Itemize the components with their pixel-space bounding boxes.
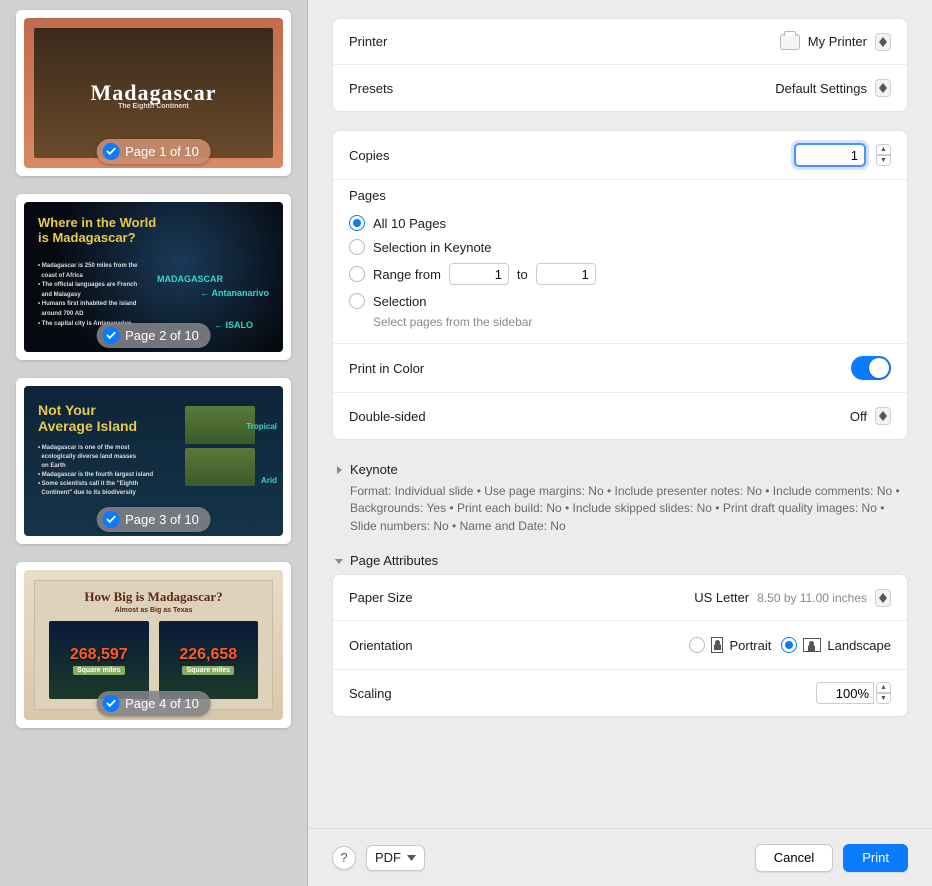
keynote-summary: Format: Individual slide • Use page marg…: [332, 483, 908, 549]
printer-select[interactable]: My Printer: [780, 33, 891, 51]
checkmark-icon: [102, 695, 119, 712]
updown-icon: [875, 589, 891, 607]
presets-row: Presets Default Settings: [333, 65, 907, 111]
pdf-menu-button[interactable]: PDF: [366, 845, 425, 871]
print-color-toggle[interactable]: [851, 356, 891, 380]
page-thumbnail[interactable]: Madagascar The Eighth Continent Page 1 o…: [16, 10, 291, 176]
presets-label: Presets: [349, 81, 393, 96]
radio-icon: [349, 293, 365, 309]
paper-size-row: Paper Size US Letter 8.50 by 11.00 inche…: [333, 575, 907, 621]
pages-selection-app-radio[interactable]: Selection in Keynote: [349, 235, 891, 259]
copies-input[interactable]: [794, 143, 866, 167]
page-attributes-disclosure[interactable]: Page Attributes: [332, 549, 908, 574]
radio-icon: [349, 239, 365, 255]
double-sided-row: Double-sided Off: [333, 393, 907, 439]
page-attributes-panel: Paper Size US Letter 8.50 by 11.00 inche…: [332, 574, 908, 717]
print-color-row: Print in Color: [333, 344, 907, 393]
presets-select[interactable]: Default Settings: [775, 79, 891, 97]
selection-hint: Select pages from the sidebar: [373, 315, 891, 329]
pages-selection-radio[interactable]: Selection: [349, 289, 891, 313]
orientation-label: Orientation: [349, 638, 413, 653]
chevron-down-icon: [407, 855, 416, 861]
printer-label: Printer: [349, 34, 387, 49]
double-sided-label: Double-sided: [349, 409, 426, 424]
checkmark-icon: [102, 327, 119, 344]
printer-presets-panel: Printer My Printer Presets Default Setti…: [332, 18, 908, 112]
pages-range-radio[interactable]: Range from to: [349, 259, 891, 289]
double-sided-select[interactable]: Off: [850, 407, 891, 425]
printer-icon: [780, 34, 800, 50]
stepper-down[interactable]: ▼: [876, 693, 891, 704]
scaling-row: Scaling ▲ ▼: [333, 670, 907, 716]
page-badge[interactable]: Page 1 of 10: [96, 139, 211, 164]
dialog-footer: ? PDF Cancel Print: [308, 828, 932, 886]
orientation-landscape-radio[interactable]: Landscape: [781, 633, 891, 657]
page-label: Page 1 of 10: [125, 144, 199, 159]
print-options-panel: Copies ▲ ▼ Pages All 10 Pages Sel: [332, 130, 908, 440]
range-from-input[interactable]: [449, 263, 509, 285]
cancel-button[interactable]: Cancel: [755, 844, 833, 872]
scaling-stepper[interactable]: ▲ ▼: [876, 682, 891, 704]
print-color-label: Print in Color: [349, 361, 424, 376]
range-to-input[interactable]: [536, 263, 596, 285]
pages-all-radio[interactable]: All 10 Pages: [349, 211, 891, 235]
portrait-icon: [711, 637, 723, 653]
page-label: Page 2 of 10: [125, 328, 199, 343]
checkmark-icon: [102, 511, 119, 528]
stepper-up[interactable]: ▲: [876, 682, 891, 693]
help-button[interactable]: ?: [332, 846, 356, 870]
printer-row: Printer My Printer: [333, 19, 907, 65]
scaling-label: Scaling: [349, 686, 392, 701]
radio-icon: [349, 266, 365, 282]
help-icon: ?: [340, 850, 347, 865]
checkmark-icon: [102, 143, 119, 160]
chevron-down-icon: [334, 556, 344, 566]
page-label: Page 4 of 10: [125, 696, 199, 711]
keynote-disclosure[interactable]: Keynote: [332, 458, 908, 483]
stepper-down[interactable]: ▼: [876, 155, 891, 166]
copies-label: Copies: [349, 148, 389, 163]
page-badge[interactable]: Page 4 of 10: [96, 691, 211, 716]
orientation-portrait-radio[interactable]: Portrait: [689, 633, 771, 657]
page-badge[interactable]: Page 3 of 10: [96, 507, 211, 532]
keynote-section: Keynote Format: Individual slide • Use p…: [332, 458, 908, 549]
page-thumbnail[interactable]: How Big is Madagascar? Almost as Big as …: [16, 562, 291, 728]
page-thumbnails-sidebar[interactable]: Madagascar The Eighth Continent Page 1 o…: [0, 0, 308, 886]
page-attributes-section: Page Attributes Paper Size US Letter 8.5…: [332, 549, 908, 717]
updown-icon: [875, 407, 891, 425]
updown-icon: [875, 79, 891, 97]
page-badge[interactable]: Page 2 of 10: [96, 323, 211, 348]
updown-icon: [875, 33, 891, 51]
copies-row: Copies ▲ ▼: [333, 131, 907, 180]
chevron-right-icon: [334, 465, 344, 475]
page-thumbnail[interactable]: Where in the Worldis Madagascar? • Madag…: [16, 194, 291, 360]
pages-block: Pages All 10 Pages Selection in Keynote …: [333, 180, 907, 344]
settings-scroll[interactable]: Printer My Printer Presets Default Setti…: [308, 0, 932, 828]
paper-size-select[interactable]: US Letter 8.50 by 11.00 inches: [694, 589, 891, 607]
paper-size-label: Paper Size: [349, 590, 413, 605]
landscape-icon: [803, 638, 821, 652]
copies-stepper[interactable]: ▲ ▼: [876, 144, 891, 166]
pages-heading: Pages: [349, 188, 891, 203]
print-settings-main: Printer My Printer Presets Default Setti…: [308, 0, 932, 886]
stepper-up[interactable]: ▲: [876, 144, 891, 155]
page-label: Page 3 of 10: [125, 512, 199, 527]
scaling-input[interactable]: [816, 682, 874, 704]
radio-icon: [349, 215, 365, 231]
page-thumbnail[interactable]: Not YourAverage Island • Madagascar is o…: [16, 378, 291, 544]
print-button[interactable]: Print: [843, 844, 908, 872]
radio-icon: [781, 637, 797, 653]
orientation-row: Orientation Portrait Landscape: [333, 621, 907, 670]
radio-icon: [689, 637, 705, 653]
